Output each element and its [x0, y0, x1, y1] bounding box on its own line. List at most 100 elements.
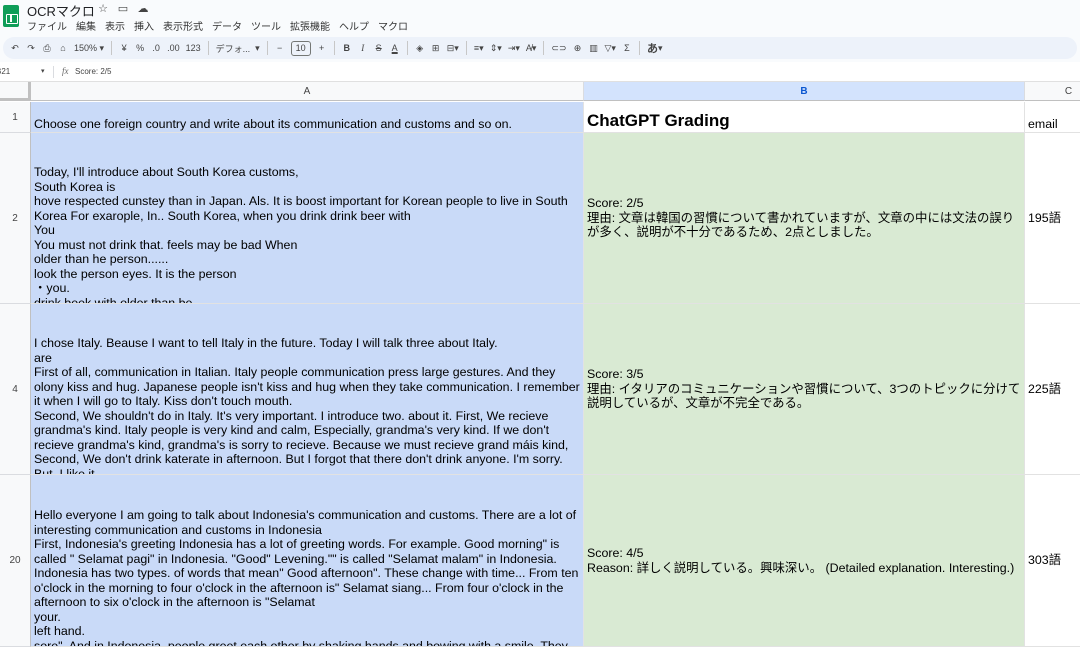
strikethrough-button[interactable]: S: [371, 39, 387, 57]
toolbar: ↶ ↷ ⎙ ⌂ 150% ▾ ¥ % .0 .00 123 デフォ... ▾ −…: [3, 37, 1077, 59]
insert-comment-icon[interactable]: ⊕: [570, 39, 586, 57]
folder-icon[interactable]: ▭: [117, 2, 129, 15]
title-icons: ☆ ▭ ☁: [97, 2, 149, 15]
input-tools-button[interactable]: あ ▾: [644, 39, 666, 57]
zoom-value: 150%: [74, 43, 98, 53]
column-header-b[interactable]: B: [584, 82, 1025, 101]
menu-view[interactable]: 表示: [105, 18, 125, 33]
redo-icon[interactable]: ↷: [23, 39, 39, 57]
cell-a2[interactable]: Today, I'll introduce about South Korea …: [31, 133, 584, 304]
cell-c4[interactable]: 225語: [1025, 304, 1080, 475]
menu-bar: ファイル 編集 表示 挿入 表示形式 データ ツール 拡張機能 ヘルプ マクロ: [27, 18, 408, 33]
cell-b1[interactable]: ChatGPT Grading: [584, 102, 1025, 133]
filter-icon[interactable]: ▽▾: [602, 39, 619, 57]
cell-text: Score: 4/5 Reason: 詳しく説明している。興味深い。 (Deta…: [587, 546, 1015, 575]
cell-b2[interactable]: Score: 2/5 理由: 文章は韓国の習慣について書かれていますが、文章の中…: [584, 133, 1025, 304]
menu-data[interactable]: データ: [212, 18, 242, 33]
font-select[interactable]: デフォ... ▾: [213, 39, 263, 57]
number-format-button[interactable]: 123: [183, 39, 204, 57]
font-size-increase-button[interactable]: +: [314, 39, 330, 57]
text-color-button[interactable]: A: [387, 39, 403, 57]
cell-c20[interactable]: 303語: [1025, 475, 1080, 647]
cell-c1[interactable]: email: [1025, 102, 1080, 133]
font-size-input[interactable]: 10: [290, 40, 311, 56]
menu-edit[interactable]: 編集: [76, 18, 96, 33]
formula-divider: [53, 66, 54, 78]
toolbar-divider: [638, 41, 640, 55]
input-tools-label: あ: [646, 43, 658, 55]
toolbar-divider: [111, 41, 113, 55]
fill-color-icon[interactable]: ◈: [412, 39, 428, 57]
decrease-decimal-button[interactable]: .0: [148, 39, 164, 57]
borders-icon[interactable]: ⊞: [428, 39, 444, 57]
horizontal-align-icon[interactable]: ≡▾: [471, 39, 487, 57]
cell-b4[interactable]: Score: 3/5 理由: イタリアのコミュニケーションや習慣について、3つの…: [584, 304, 1025, 475]
cloud-icon[interactable]: ☁: [137, 2, 149, 15]
menu-extensions[interactable]: 拡張機能: [290, 18, 330, 33]
title-bar: OCRマクロ ☆ ▭ ☁ ファイル 編集 表示 挿入 表示形式 データ ツール …: [0, 0, 1080, 34]
cell-text: 225語: [1028, 382, 1062, 396]
menu-file[interactable]: ファイル: [27, 18, 67, 33]
cell-b20[interactable]: Score: 4/5 Reason: 詳しく説明している。興味深い。 (Deta…: [584, 475, 1025, 647]
row-header[interactable]: 20: [0, 475, 31, 647]
cell-text: Choose one foreign country and write abo…: [34, 117, 513, 131]
cell-c2[interactable]: 195語: [1025, 133, 1080, 304]
print-icon[interactable]: ⎙: [39, 39, 55, 57]
star-icon[interactable]: ☆: [97, 2, 109, 15]
toolbar-divider: [207, 41, 209, 55]
menu-format[interactable]: 表示形式: [163, 18, 203, 33]
toolbar-divider: [406, 41, 408, 55]
cell-text: Score: 2/5 理由: 文章は韓国の習慣について書かれていますが、文章の中…: [587, 196, 1015, 239]
merge-cells-icon[interactable]: ⊟▾: [444, 39, 462, 57]
column-header-a[interactable]: A: [31, 82, 584, 101]
menu-insert[interactable]: 挿入: [134, 18, 154, 33]
insert-chart-icon[interactable]: ▥: [586, 39, 602, 57]
italic-button[interactable]: I: [355, 39, 371, 57]
cell-a4[interactable]: I chose Italy. Beause I want to tell Ita…: [31, 304, 584, 475]
row-header[interactable]: 4: [0, 304, 31, 475]
fx-icon: fx: [62, 66, 69, 76]
percent-button[interactable]: %: [132, 39, 148, 57]
cell-text: Hello everyone I am going to talk about …: [34, 508, 579, 647]
toolbar-divider: [543, 41, 545, 55]
increase-decimal-button[interactable]: .00: [164, 39, 183, 57]
chevron-down-icon: ▾: [99, 42, 105, 53]
bold-button[interactable]: B: [339, 39, 355, 57]
cell-a1[interactable]: Choose one foreign country and write abo…: [31, 102, 584, 133]
cell-text: email: [1028, 117, 1058, 131]
chevron-down-icon: ▾: [255, 42, 260, 53]
cell-text: 195語: [1028, 211, 1062, 225]
toolbar-divider: [465, 41, 467, 55]
cell-text: I chose Italy. Beause I want to tell Ita…: [34, 336, 580, 475]
name-box[interactable]: B21: [0, 67, 46, 76]
select-all-corner[interactable]: [0, 82, 31, 101]
formula-input[interactable]: Score: 2/5: [75, 67, 111, 76]
grading-header: ChatGPT Grading: [587, 111, 730, 130]
cell-text: Score: 3/5 理由: イタリアのコミュニケーションや習慣について、3つの…: [587, 367, 1021, 410]
spreadsheet-grid: A B C 1 Choose one foreign country and w…: [0, 82, 1080, 647]
column-header-c[interactable]: C: [1025, 82, 1080, 101]
toolbar-divider: [333, 41, 335, 55]
toolbar-divider: [266, 41, 268, 55]
menu-tools[interactable]: ツール: [251, 18, 281, 33]
text-rotation-icon[interactable]: A̸▾: [523, 39, 540, 57]
cell-a20[interactable]: Hello everyone I am going to talk about …: [31, 475, 584, 647]
paint-format-icon[interactable]: ⌂: [55, 39, 71, 57]
currency-button[interactable]: ¥: [116, 39, 132, 57]
vertical-align-icon[interactable]: ⇕▾: [487, 39, 505, 57]
undo-icon[interactable]: ↶: [7, 39, 23, 57]
row-header[interactable]: 1: [0, 102, 31, 133]
menu-help[interactable]: ヘルプ: [339, 18, 369, 33]
chevron-down-icon[interactable]: ▾: [41, 67, 45, 75]
text-wrap-icon[interactable]: ⇥▾: [505, 39, 523, 57]
row-header[interactable]: 2: [0, 133, 31, 304]
font-size-decrease-button[interactable]: −: [272, 39, 288, 57]
functions-button[interactable]: Σ: [619, 39, 635, 57]
formula-bar: B21 ▾ fx Score: 2/5: [0, 62, 1080, 82]
cell-text: Today, I'll introduce about South Korea …: [34, 165, 568, 304]
menu-macro[interactable]: マクロ: [378, 18, 408, 33]
sheets-logo-icon[interactable]: [3, 5, 19, 27]
insert-link-icon[interactable]: ⊂⊃: [548, 39, 569, 57]
cell-text: 303語: [1028, 553, 1062, 567]
zoom-select[interactable]: 150% ▾: [71, 39, 107, 57]
